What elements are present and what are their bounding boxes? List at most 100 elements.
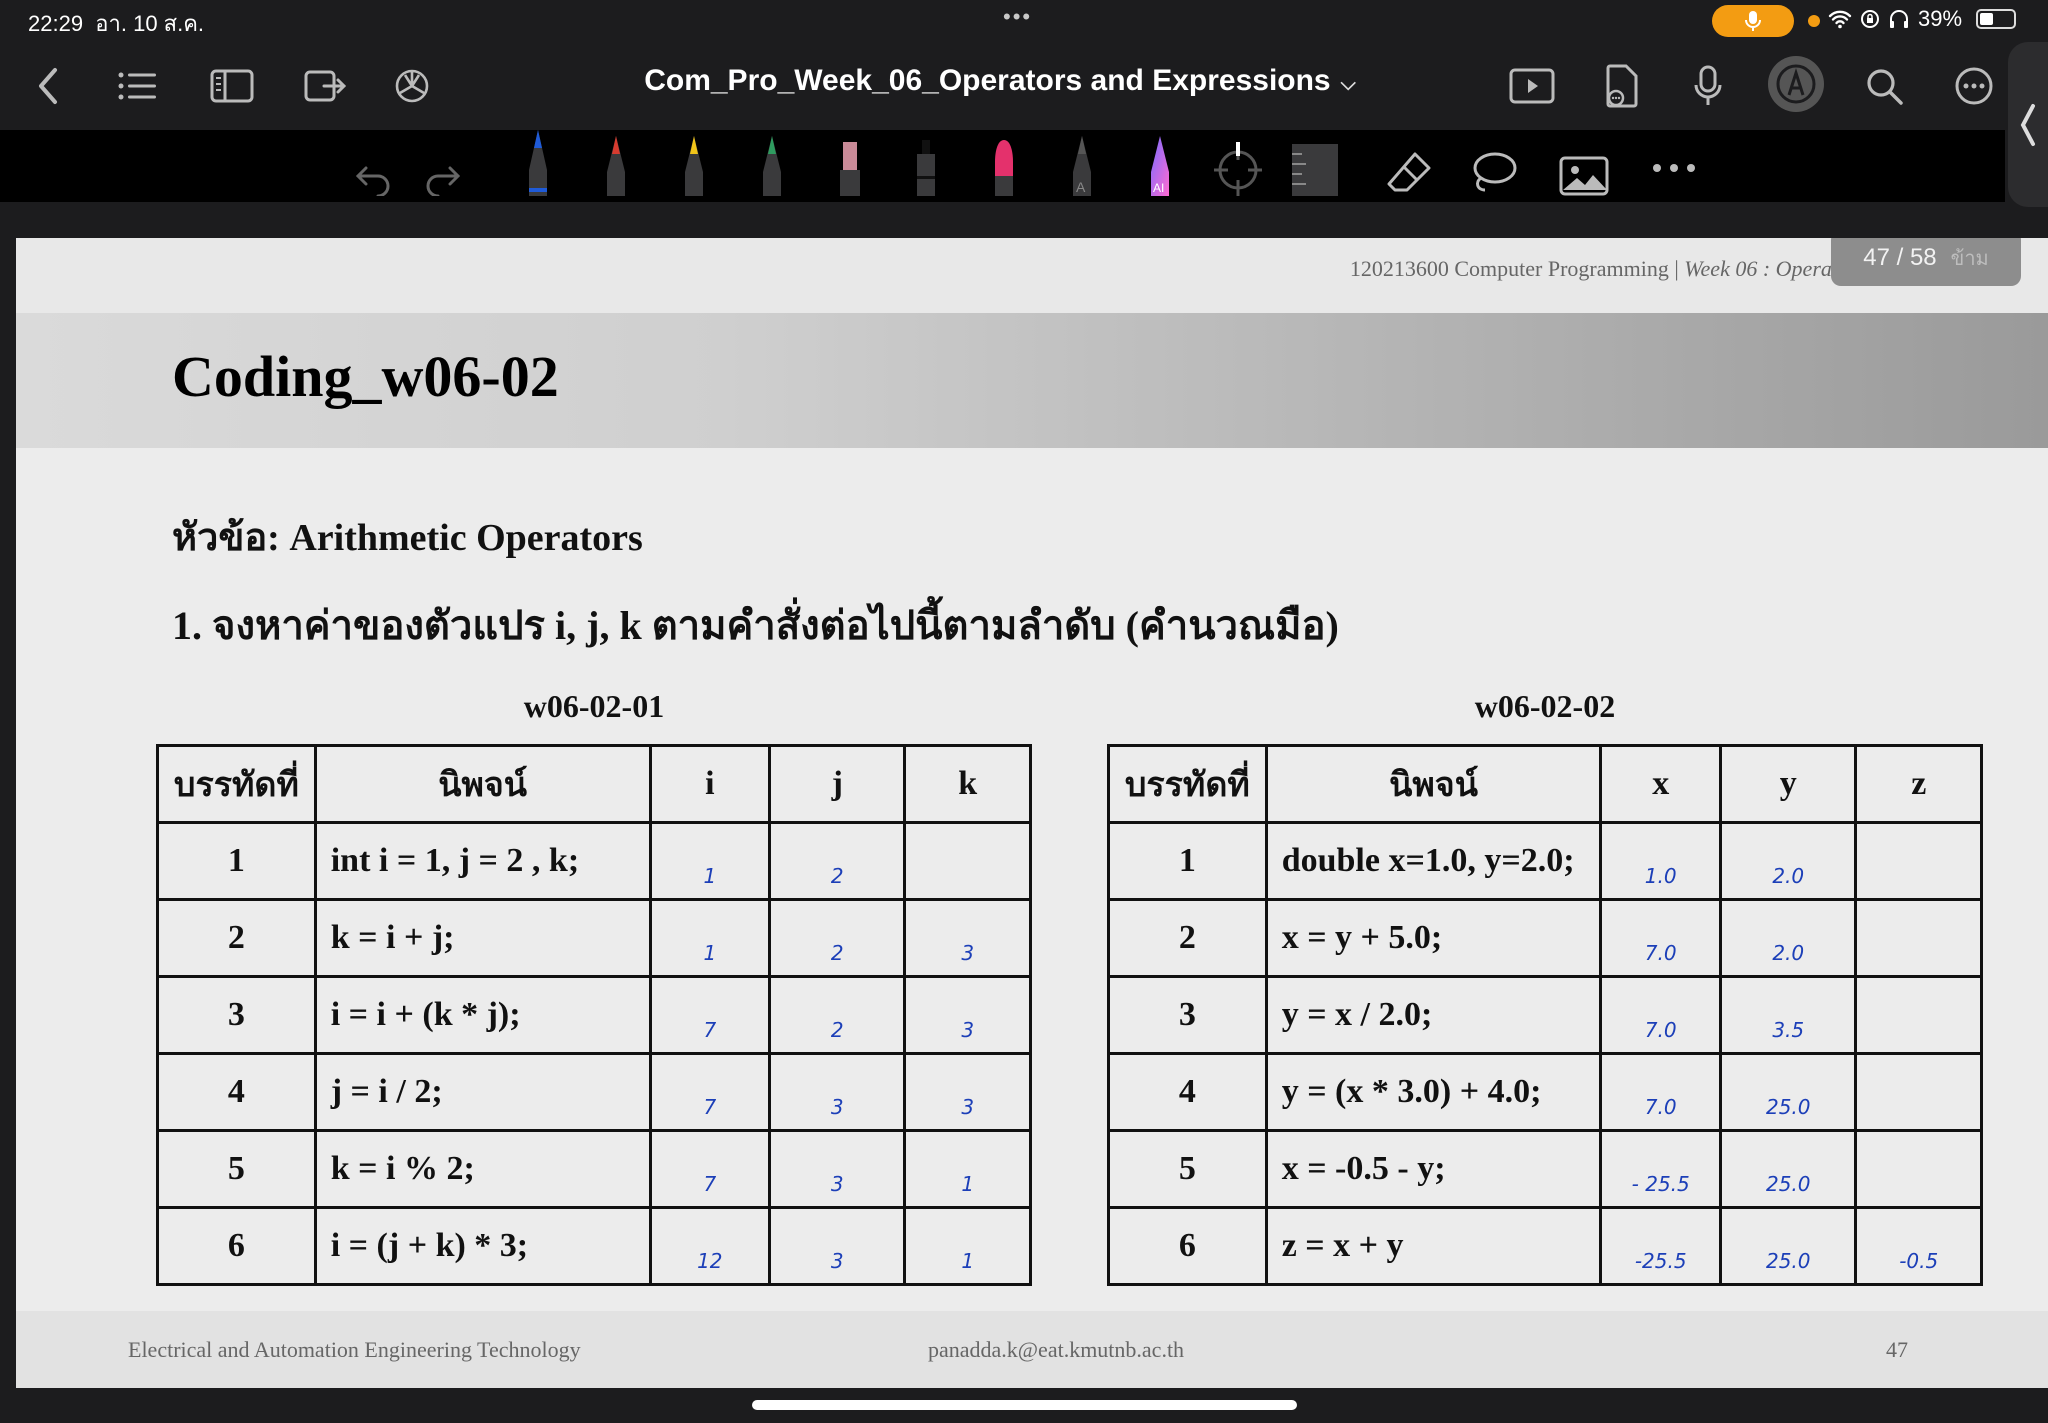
present-icon[interactable] <box>1508 62 1556 110</box>
ai-pen-icon[interactable]: AI <box>1140 136 1180 196</box>
navigation-toolbar: Com_Pro_Week_06_Operators and Expression… <box>0 42 2005 130</box>
value-cell: 1 <box>648 821 772 901</box>
pen-green-icon[interactable] <box>752 136 792 196</box>
home-indicator[interactable] <box>752 1400 1297 1410</box>
value-cell: 25.0 <box>1718 1206 1858 1286</box>
list-icon[interactable] <box>114 62 162 110</box>
status-time: 22:29 อา. 10 ส.ค. <box>28 11 205 36</box>
expression-cell: int i = 1, j = 2 , k; <box>313 821 652 901</box>
column-header: j <box>768 744 907 824</box>
value-cell: 1.0 <box>1599 821 1722 901</box>
back-icon[interactable] <box>24 62 72 110</box>
slide-page: 120213600 Computer Programming | Week 06… <box>16 238 2048 1388</box>
footer-email: panadda.k@eat.kmutnb.ac.th <box>928 1337 1185 1362</box>
value-cell: 1 <box>648 898 772 978</box>
privacy-dot-icon <box>1808 15 1820 27</box>
more-icon[interactable] <box>1950 62 1998 110</box>
search-icon[interactable] <box>1860 62 1908 110</box>
value-cell: 2.0 <box>1718 821 1858 901</box>
pen-red-icon[interactable] <box>596 136 636 196</box>
value-cell: 3 <box>768 1052 907 1132</box>
pen-yellow-icon[interactable] <box>674 136 714 196</box>
column-header: บรรทัดที่ <box>156 744 317 824</box>
pen-blue-icon[interactable] <box>518 130 558 196</box>
column-header: z <box>1854 744 1983 824</box>
value-cell: 1 <box>903 1206 1032 1286</box>
marker-black-icon[interactable] <box>906 140 946 196</box>
tools-more-icon[interactable] <box>1650 140 1698 196</box>
column-header: นิพจน์ <box>1264 744 1603 824</box>
value-cell <box>1854 898 1983 978</box>
title-banner: Coding_w06-02 <box>16 313 2048 448</box>
status-bar: 22:29 อา. 10 ส.ค. ••• 39% <box>0 0 2048 42</box>
line-number-cell: 4 <box>156 1052 317 1132</box>
value-cell: 3 <box>768 1206 907 1286</box>
microphone-icon[interactable] <box>1684 62 1732 110</box>
course-header: 120213600 Computer Programming | Week 06… <box>1349 256 1838 281</box>
column-header: นิพจน์ <box>313 744 652 824</box>
slide-title: Coding_w06-02 <box>172 344 559 409</box>
line-number-cell: 6 <box>156 1206 317 1286</box>
value-cell: - 25.5 <box>1599 1129 1722 1209</box>
status-date: อา. 10 ส.ค. <box>95 11 205 36</box>
line-number-cell: 3 <box>156 975 317 1055</box>
value-cell: 12 <box>648 1206 772 1286</box>
column-header: x <box>1599 744 1722 824</box>
redo-icon[interactable] <box>420 140 464 196</box>
table-w06-02-02: บรรทัดที่ นิพจน์ x y z 1 double x=1.0, y=… <box>1107 744 1983 1286</box>
value-cell: 3 <box>903 975 1032 1055</box>
rotation-lock-icon <box>1861 10 1879 28</box>
text-pen-icon[interactable]: A <box>1062 136 1102 196</box>
table-header-row: บรรทัดที่ นิพจน์ i j k <box>156 744 1032 824</box>
undo-icon[interactable] <box>352 140 396 196</box>
table-row: 2x = y + 5.0; 7.0 2.0 <box>1107 898 1983 978</box>
footer-page-number: 47 <box>1886 1337 1908 1362</box>
laser-pointer-icon[interactable] <box>1212 140 1264 196</box>
microphone-active-indicator[interactable] <box>1712 5 1794 37</box>
line-number-cell: 5 <box>156 1129 317 1209</box>
headphones-icon <box>1890 10 1908 28</box>
line-number-cell: 1 <box>1107 821 1268 901</box>
table-row: 2k = i + j; 1 2 3 <box>156 898 1032 978</box>
table-row: 1 int i = 1, j = 2 , k; 1 2 <box>156 821 1032 901</box>
footer-department: Electrical and Automation Engineering Te… <box>128 1337 581 1362</box>
question-text: 1. จงหาค่าของตัวแปร i, j, k ตามคำสั่งต่อ… <box>172 603 1339 648</box>
ruler-icon[interactable] <box>1290 140 1340 196</box>
eraser-icon[interactable] <box>1386 140 1434 196</box>
table-row: 6z = x + y -25.5 25.0 -0.5 <box>1107 1206 1983 1286</box>
document-title[interactable]: Com_Pro_Week_06_Operators and Expression… <box>600 64 1400 98</box>
value-cell: 1 <box>903 1129 1032 1209</box>
value-cell: 3 <box>903 1052 1032 1132</box>
table-row: 6i = (j + k) * 3; 12 3 1 <box>156 1206 1032 1286</box>
value-cell: 2 <box>768 975 907 1055</box>
chevron-down-icon: ⌵ <box>1340 73 1356 95</box>
expression-cell: i = (j + k) * 3; <box>313 1206 652 1286</box>
pen-mode-icon[interactable] <box>1768 56 1824 112</box>
expression-cell: i = i + (k * j); <box>313 975 652 1055</box>
expression-cell: x = -0.5 - y; <box>1264 1129 1603 1209</box>
export-icon[interactable] <box>302 62 350 110</box>
share-doc-icon[interactable] <box>1598 62 1646 110</box>
value-cell: 7.0 <box>1599 975 1722 1055</box>
line-number-cell: 1 <box>156 821 317 901</box>
lasso-icon[interactable] <box>1470 140 1518 196</box>
chatgpt-icon[interactable] <box>388 62 436 110</box>
expression-cell: y = (x * 3.0) + 4.0; <box>1264 1052 1603 1132</box>
page-indicator[interactable]: 47 / 58 ข้าม <box>1831 238 2021 286</box>
table-row: 5k = i % 2; 7 3 1 <box>156 1129 1032 1209</box>
sidebar-icon[interactable] <box>208 62 256 110</box>
value-cell: 7.0 <box>1599 898 1722 978</box>
value-cell: 3 <box>903 898 1032 978</box>
sidebar-toggle-handle[interactable] <box>2008 42 2048 207</box>
value-cell <box>1854 1052 1983 1132</box>
value-cell: 3 <box>768 1129 907 1209</box>
battery-icon <box>1976 9 2017 29</box>
value-cell: 7 <box>648 1129 772 1209</box>
marker-magenta-icon[interactable] <box>984 140 1024 196</box>
image-icon[interactable] <box>1558 140 1610 196</box>
multitasking-dots-icon[interactable]: ••• <box>1003 4 1032 30</box>
highlighter-pink-icon[interactable] <box>830 140 870 196</box>
value-cell <box>1854 821 1983 901</box>
value-cell: 2 <box>768 821 907 901</box>
column-header: บรรทัดที่ <box>1107 744 1268 824</box>
